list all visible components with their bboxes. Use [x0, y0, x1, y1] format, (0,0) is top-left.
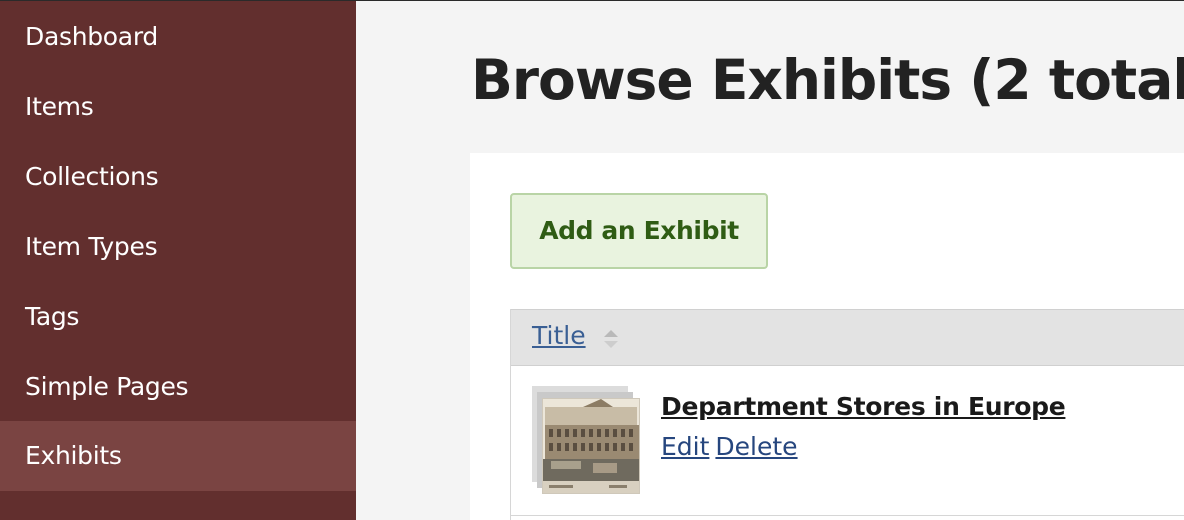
sidebar-item-simple-pages[interactable]: Simple Pages — [0, 352, 356, 422]
table-header: Title — [511, 309, 1184, 366]
sort-arrows-icon[interactable] — [603, 327, 619, 351]
table-row: Department Stores in Europe Edit Delete — [511, 366, 1184, 516]
delete-link[interactable]: Delete — [715, 432, 797, 461]
sidebar-item-tags[interactable]: Tags — [0, 282, 356, 352]
main-content: Browse Exhibits (2 total) Add an Exhibit… — [356, 0, 1184, 520]
sidebar-item-items[interactable]: Items — [0, 72, 356, 142]
exhibit-title-link[interactable]: Department Stores in Europe — [661, 392, 1066, 421]
edit-link[interactable]: Edit — [661, 432, 709, 461]
exhibits-table: Title Department Stores in Europe Edit D… — [510, 309, 1184, 520]
sidebar-item-exhibits[interactable]: Exhibits — [0, 421, 356, 491]
page-title: Browse Exhibits (2 total) — [471, 48, 1184, 112]
sidebar-nav: Dashboard Items Collections Item Types T… — [0, 0, 356, 520]
title-column-sort-link[interactable]: Title — [532, 321, 586, 350]
sidebar-item-dashboard[interactable]: Dashboard — [0, 2, 356, 72]
sidebar-item-item-types[interactable]: Item Types — [0, 212, 356, 282]
content-panel: Add an Exhibit Title Department Stores i… — [470, 153, 1184, 520]
department-store-photo-thumbnail[interactable] — [542, 398, 640, 494]
thumbnail-stack — [532, 386, 642, 496]
add-exhibit-button[interactable]: Add an Exhibit — [510, 193, 768, 269]
sidebar-item-collections[interactable]: Collections — [0, 142, 356, 212]
row-actions: Edit Delete — [661, 432, 804, 461]
top-border — [0, 0, 1184, 1]
